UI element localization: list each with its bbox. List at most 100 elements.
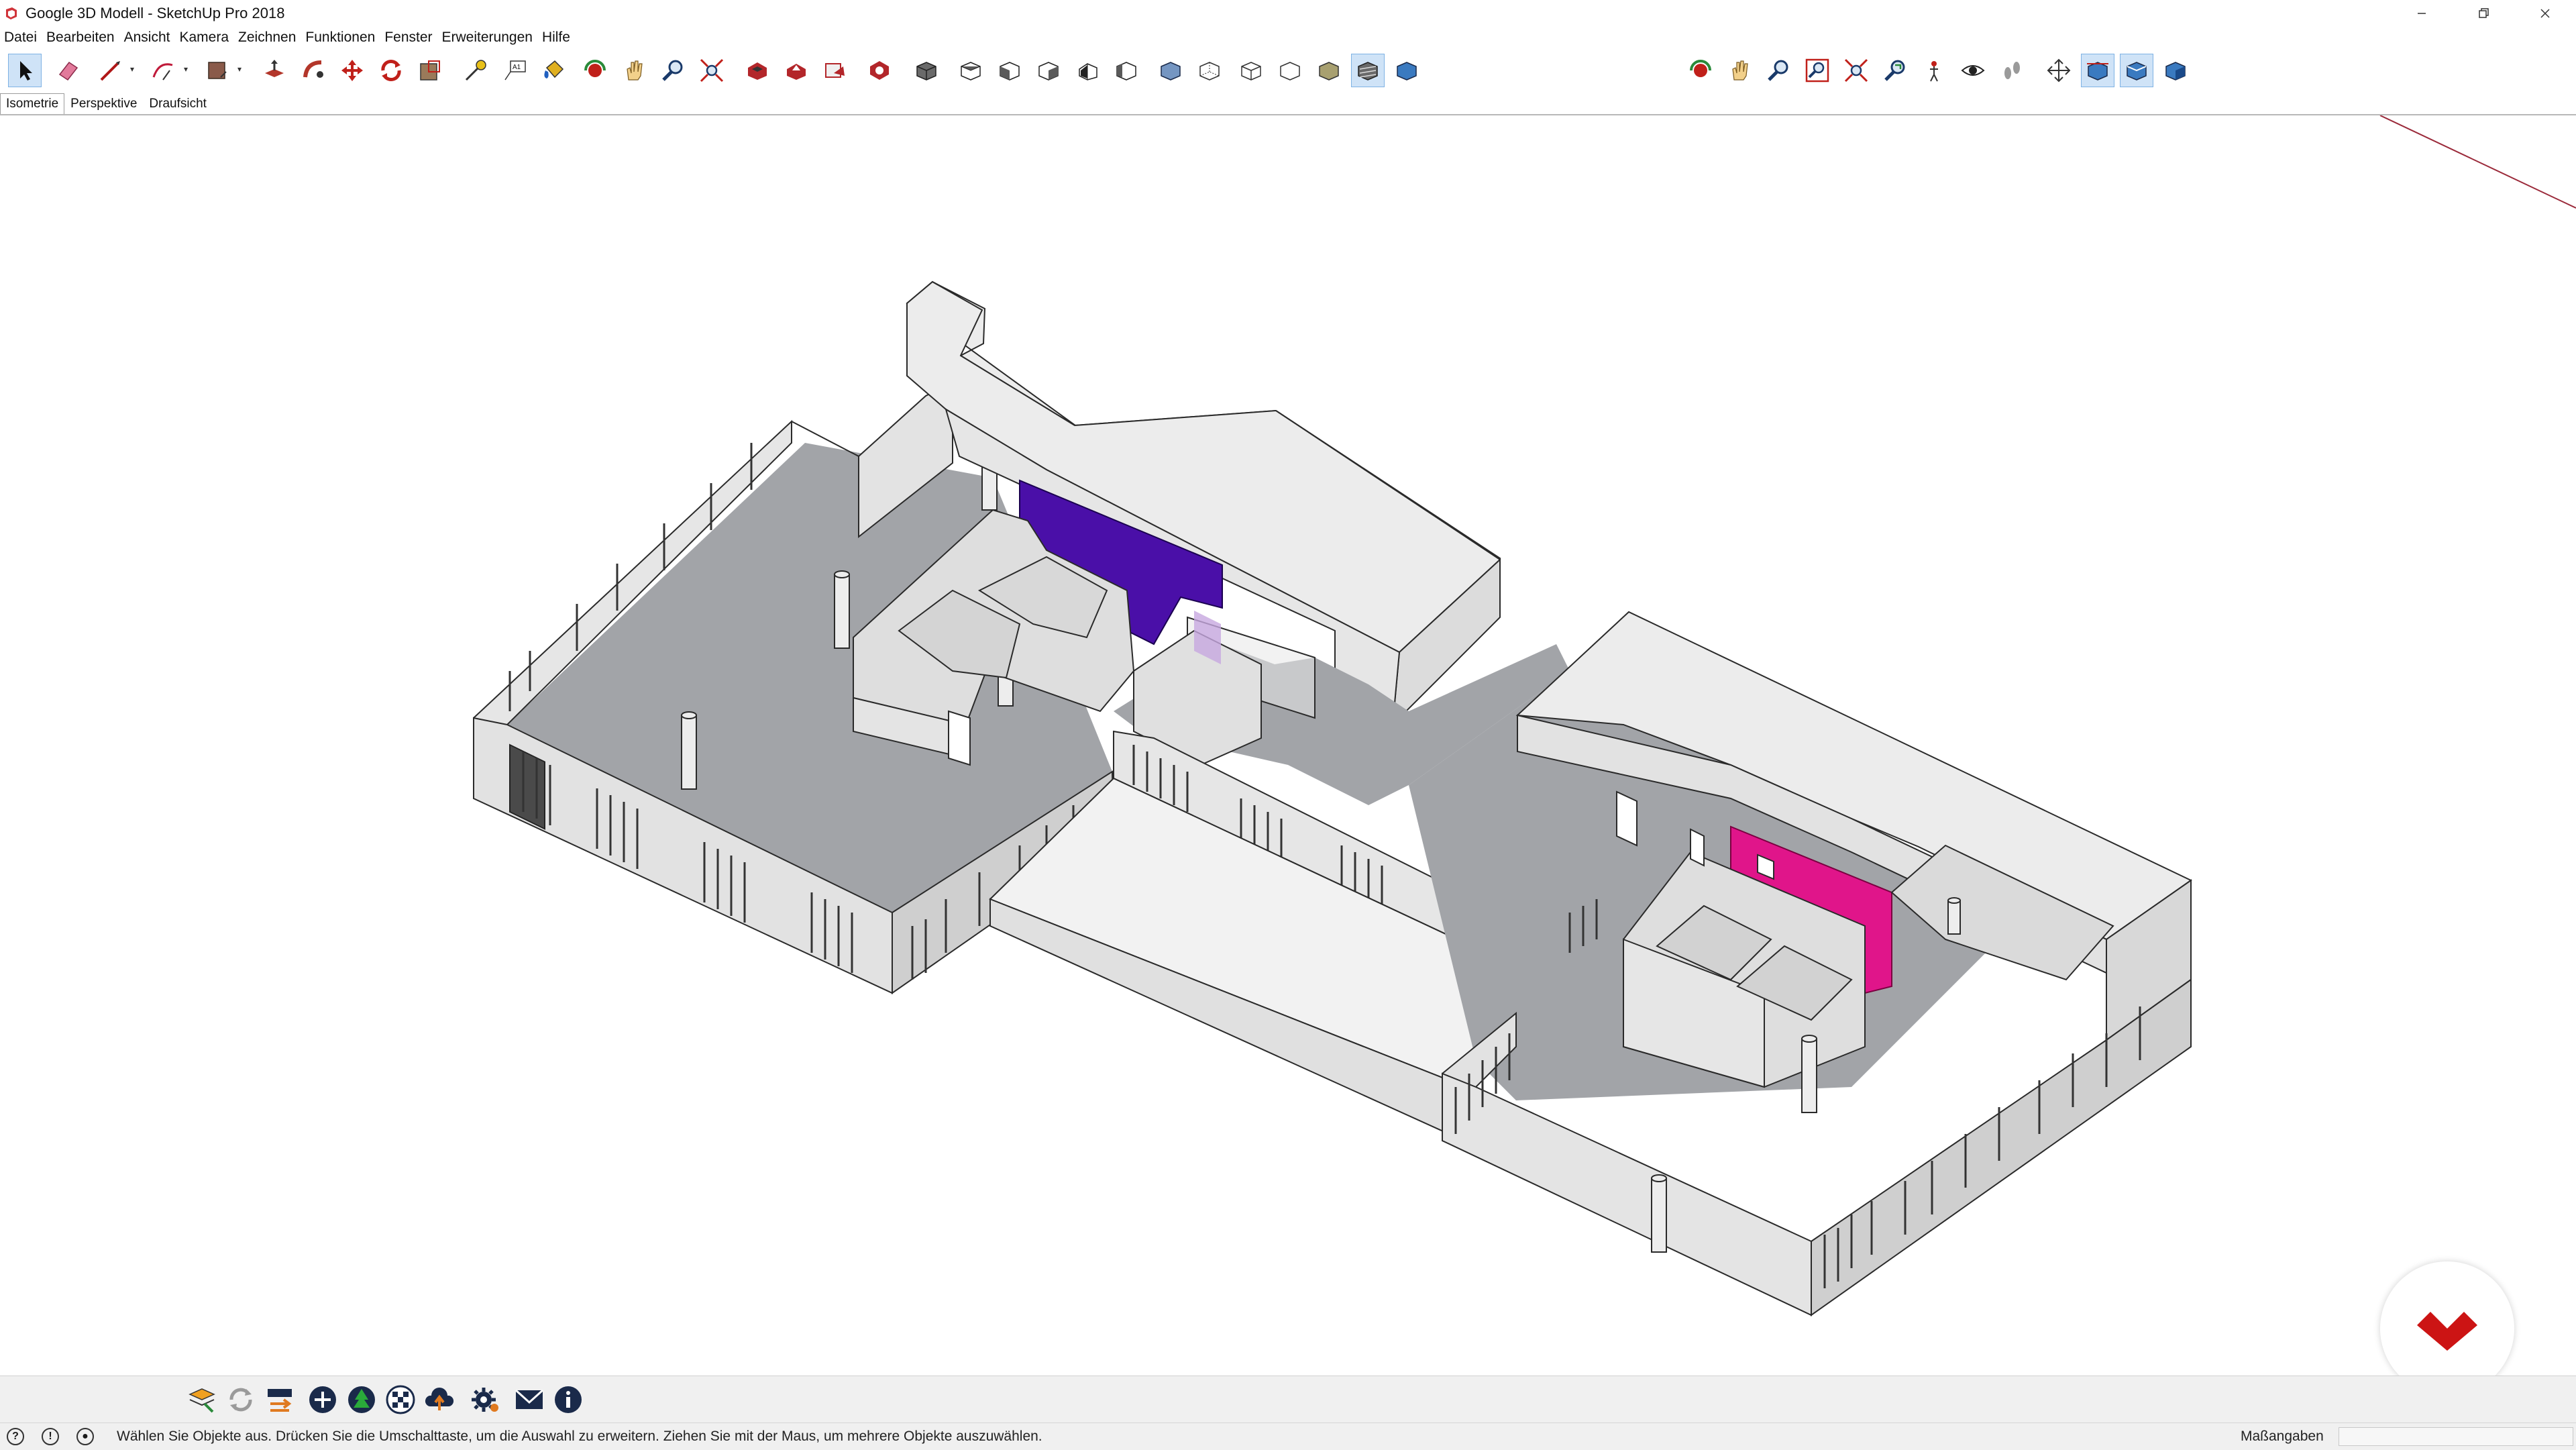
menu-fenster[interactable]: Fenster [380,30,437,46]
monochrome-style-icon [1397,62,1417,81]
display-section-cuts-icon [2127,62,2147,81]
zoom-extents-button[interactable] [695,54,729,87]
select-tool-button[interactable] [8,54,42,87]
menu-erweiterungen[interactable]: Erweiterungen [437,30,537,46]
wireframe-style-button[interactable] [1234,54,1268,87]
menu-funktionen[interactable]: Funktionen [301,30,380,46]
zoom-view-icon [1768,60,1788,81]
menu-zeichnen[interactable]: Zeichnen [233,30,301,46]
zoom-tool-button[interactable] [656,54,690,87]
shape-tool-dropdown-icon[interactable]: ▾ [237,64,241,74]
position-camera-icon [1930,61,1938,82]
top-view-button[interactable] [954,54,987,87]
zoom-extents-view-button[interactable] [1839,54,1873,87]
menu-kamera[interactable]: Kamera [174,30,233,46]
checker-button[interactable] [382,1382,419,1418]
push-pull-tool-button[interactable] [258,54,291,87]
push-pull-tool-icon [265,60,284,77]
cloud-upload-button[interactable] [421,1382,458,1418]
paint-bucket-tool-button[interactable] [537,54,570,87]
text-tool-button[interactable]: A1 [498,54,531,87]
minimize-icon [2418,13,2426,14]
share-model-button[interactable] [780,54,813,87]
left-view-button[interactable] [1110,54,1143,87]
orbit-view-button[interactable] [1684,54,1717,87]
pan-view-button[interactable] [1723,54,1756,87]
front-view-button[interactable] [993,54,1026,87]
hidden-line-style-button[interactable] [1273,54,1307,87]
line-tool-icon [100,61,120,81]
tab-draufsicht[interactable]: Draufsicht [143,93,213,114]
extension-warehouse-icon [870,61,889,80]
follow-me-tool-button[interactable] [297,54,330,87]
layout-send-icon [825,63,845,78]
zoom-view-button[interactable] [1762,54,1795,87]
refresh-button[interactable] [223,1382,259,1418]
shape-tool-button[interactable] [200,54,233,87]
look-around-button[interactable] [1956,54,1990,87]
line-tool-dropdown-icon[interactable]: ▾ [130,64,134,74]
monochrome-style-button[interactable] [1390,54,1424,87]
credits-icon[interactable]: ! [42,1428,59,1445]
measurements-label: Maßangaben [2241,1429,2324,1444]
layers-edit-button[interactable] [184,1382,220,1418]
sketchup-app-icon [6,7,17,19]
add-circle-button[interactable] [305,1382,341,1418]
previous-view-button[interactable] [1878,54,1912,87]
warehouse-button[interactable] [741,54,774,87]
back-edges-style-button[interactable] [1193,54,1226,87]
layout-send-button[interactable] [818,54,852,87]
scale-tool-icon [420,60,440,81]
text-tool-icon: A1 [504,60,526,81]
menu-hilfe[interactable]: Hilfe [537,30,575,46]
iso-view-button[interactable] [910,54,943,87]
display-section-fill-icon [2165,62,2186,81]
model-viewport[interactable] [0,115,2576,1376]
position-camera-button[interactable] [1917,54,1951,87]
info-button[interactable] [550,1382,586,1418]
xray-style-button[interactable] [1154,54,1187,87]
front-view-icon [1000,62,1020,81]
orbit-tool-button[interactable] [578,54,612,87]
geo-location-icon[interactable]: ? [7,1428,24,1445]
minimize-button[interactable] [2391,0,2453,27]
extension-warehouse-button[interactable] [863,54,896,87]
right-view-button[interactable] [1032,54,1065,87]
pan-tool-button[interactable] [617,54,651,87]
mail-button[interactable] [511,1382,547,1418]
line-tool-button[interactable] [94,54,127,87]
scale-tool-button[interactable] [413,54,447,87]
menu-datei[interactable]: Datei [0,30,42,46]
move-tool-button[interactable] [335,54,369,87]
tab-isometrie[interactable]: Isometrie [0,93,65,114]
settings-gear-button[interactable] [467,1382,503,1418]
section-plane-button[interactable] [2042,54,2076,87]
right-view-icon [1038,62,1059,81]
zoom-window-button[interactable] [1801,54,1834,87]
transfer-button[interactable] [262,1382,298,1418]
arc-tool-dropdown-icon[interactable]: ▾ [184,64,188,74]
walk-button[interactable] [1995,54,2029,87]
display-section-fill-button[interactable] [2159,54,2192,87]
back-view-button[interactable] [1071,54,1104,87]
tab-perspektive[interactable]: Perspektive [64,93,143,114]
eraser-tool-button[interactable] [51,54,85,87]
info-icon [555,1386,582,1413]
red-axis-line [2379,115,2576,209]
shaded-style-button[interactable] [1312,54,1346,87]
tape-measure-tool-button[interactable] [459,54,492,87]
arc-tool-button[interactable] [146,54,180,87]
tree-button[interactable] [343,1382,380,1418]
shaded-textures-style-button[interactable] [1351,54,1385,87]
restore-icon [2479,8,2489,18]
user-icon[interactable]: ● [76,1428,94,1445]
zoom-extents-icon [700,58,724,83]
menu-bearbeiten[interactable]: Bearbeiten [42,30,119,46]
restore-button[interactable] [2453,0,2514,27]
display-section-cuts-button[interactable] [2120,54,2153,87]
close-button[interactable] [2514,0,2576,27]
menu-ansicht[interactable]: Ansicht [119,30,175,46]
measurements-input[interactable] [2339,1427,2573,1446]
rotate-tool-button[interactable] [374,54,408,87]
display-section-planes-button[interactable] [2081,54,2114,87]
